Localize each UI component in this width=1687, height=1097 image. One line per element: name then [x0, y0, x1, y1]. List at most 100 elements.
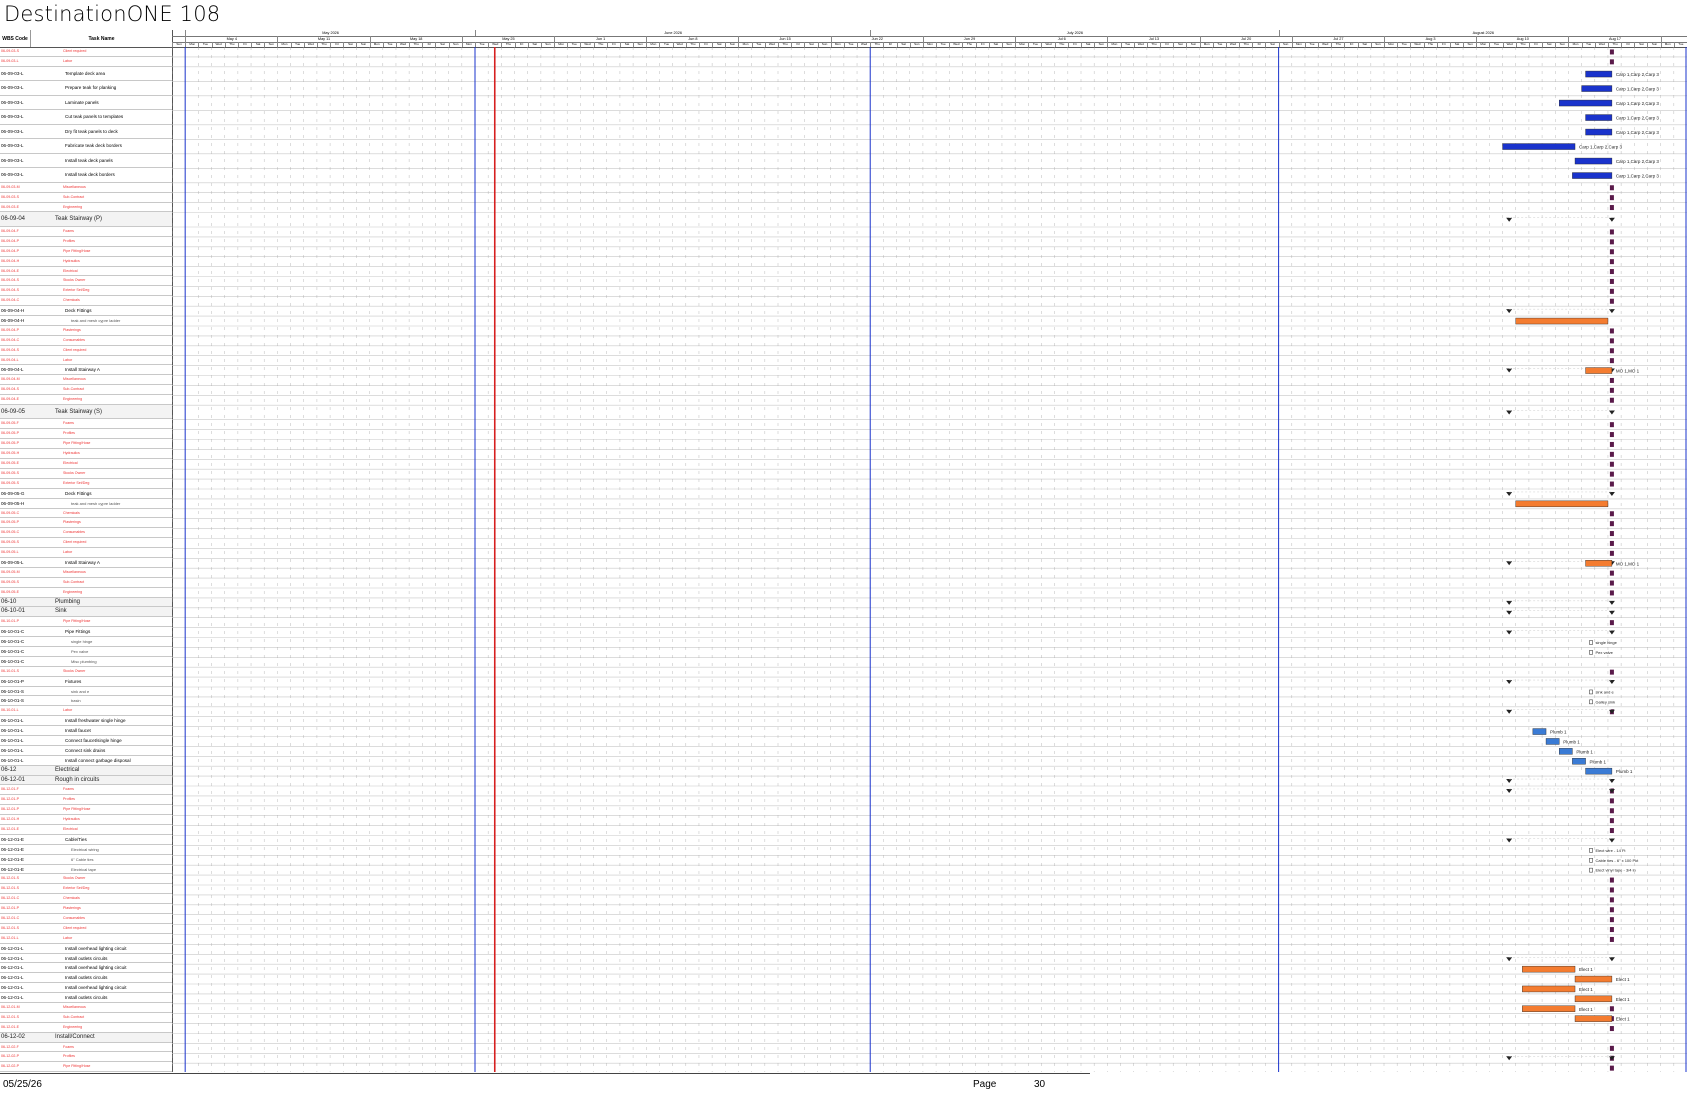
task-row[interactable]: 06-09-05-S Exterior Set/Deg [0, 479, 172, 489]
task-row[interactable]: 06-12-01-M Miscellaneous [0, 1003, 172, 1013]
task-row[interactable]: 06-12-01-H Hydraulics [0, 815, 172, 825]
task-row[interactable]: 06-12-01-L Labor [0, 934, 172, 944]
task-row[interactable]: 06-12-01-S Sub-Contract [0, 1013, 172, 1023]
task-row[interactable]: 06-09-04-S Client required [0, 346, 172, 356]
task-row[interactable]: 06-09-05 Teak Stairway (S) [0, 404, 172, 420]
task-row[interactable]: 06-09-04-L Install Stairway A [0, 365, 172, 376]
task-row[interactable]: 06-12-02-F Foams [0, 1043, 172, 1053]
task-row[interactable]: 06-12-01 Rough in circuits [0, 775, 172, 786]
task-row[interactable]: 06-12-01-L Install outlets circuits [0, 973, 172, 984]
task-row[interactable]: 06-10-01-L Install freshwater single hing… [0, 716, 172, 727]
task-row[interactable]: 06-09-04-P Pipe Fitting/Hose [0, 247, 172, 257]
task-row[interactable]: 06-09-03-L Install teak deck panels [0, 154, 172, 169]
task-row[interactable]: 06-09-05-G Deck Fittings [0, 489, 172, 499]
task-row[interactable]: 06-12-01-L Install outlets circuits [0, 993, 172, 1004]
task-row[interactable]: 06-12-01-E Electrical wiring [0, 845, 172, 855]
task-row[interactable]: 06-09-03-L Template deck area [0, 67, 172, 82]
task-row[interactable]: 06-09-05-P Plasterings [0, 518, 172, 529]
task-row[interactable]: 06-09-03-L Fabricate teak deck borders [0, 139, 172, 154]
task-row[interactable]: 06-09-04-H teak and mesh cypre ladder [0, 316, 172, 326]
task-row[interactable]: 06-12-02-P Pipe Fitting/Hose [0, 1062, 172, 1073]
task-row[interactable]: 06-12-01-L Install overhead lighting circ… [0, 944, 172, 954]
task-row[interactable]: 06-12-01-L Install outlets circuits [0, 954, 172, 964]
task-row[interactable]: 06-12-01-E Engineering [0, 1023, 172, 1033]
task-row[interactable]: 06-09-05-E Engineering [0, 588, 172, 598]
task-row[interactable]: 06-09-03-L Labor [0, 57, 172, 67]
task-row[interactable]: 06-09-05-S Stocks Owner [0, 469, 172, 479]
task-row[interactable]: 06-09-04-S Stocks Owner [0, 276, 172, 287]
task-row[interactable]: 06-10-01-C Pipe Fittings [0, 627, 172, 638]
task-row[interactable]: 06-09-04-C Consumables [0, 336, 172, 346]
task-row[interactable]: 06-10-01-L Install faucet [0, 726, 172, 736]
task-row[interactable]: 06-12-01-E 6" Cable ties [0, 855, 172, 865]
task-row[interactable]: 06-09-03-L Laminate panels [0, 96, 172, 111]
task-row[interactable]: 06-09-03-S Sub-Contract [0, 193, 172, 203]
task-row[interactable]: 06-10-01-C Pex valve [0, 647, 172, 657]
task-row[interactable]: 06-10-01-L Install connect garbage dispos… [0, 756, 172, 766]
task-row[interactable]: 06-10-01-L Connect faucet/single hinge [0, 736, 172, 746]
task-row[interactable]: 06-09-05-H Hydraulics [0, 449, 172, 460]
task-row[interactable]: 06-09-04-F Foams [0, 227, 172, 237]
task-row[interactable]: 06-09-04-E Electrical [0, 267, 172, 277]
task-row[interactable]: 06-09-03-L Install teak deck borders [0, 168, 172, 183]
task-row[interactable]: 06-09-04-P Plasterings [0, 326, 172, 336]
task-row[interactable]: 06-09-04-H Deck Fittings [0, 306, 172, 316]
task-row[interactable]: 06-10-01-S sink and e [0, 687, 172, 697]
task-row[interactable]: 06-09-05-S Client required [0, 538, 172, 549]
task-row[interactable]: 06-09-03-L Dry fit teak panels to deck [0, 125, 172, 140]
task-row[interactable]: 06-09-04-L Labor [0, 356, 172, 366]
task-row[interactable]: 06-12-01-L Install overhead lighting circ… [0, 983, 172, 994]
task-row[interactable]: 06-10-01-C single hinge [0, 637, 172, 647]
task-row[interactable]: 06-12-01-E Electrical [0, 825, 172, 835]
task-row[interactable]: 06-09-04 Teak Stairway (P) [0, 212, 172, 227]
task-row[interactable]: 06-10-01-S basin [0, 696, 172, 707]
task-row[interactable]: 06-09-05-H teak and mesh cypre ladder [0, 499, 172, 509]
task-row[interactable]: 06-12 Electrical [0, 765, 172, 776]
task-row[interactable]: 06-12-01-P Plasterings [0, 904, 172, 915]
task-row[interactable]: 06-12-01-P Pipe Fitting/Hose [0, 805, 172, 816]
task-row[interactable]: 06-10-01-P Pipe Fitting/Hose [0, 617, 172, 628]
task-row[interactable]: 06-09-05-S Sub-Contract [0, 578, 172, 588]
task-row[interactable]: 06-09-04-E Engineering [0, 395, 172, 405]
task-row[interactable]: 06-09-04-S Exterior Set/Deg [0, 286, 172, 297]
task-row[interactable]: 06-10-01-S Stocks Owner [0, 667, 172, 677]
task-row[interactable]: 06-10-01-L Connect sink drains [0, 746, 172, 756]
task-name: Profiles [63, 431, 75, 436]
task-row[interactable]: 06-09-05-L Install Stairway A [0, 558, 172, 568]
task-row[interactable]: 06-10-01-C Misc plumbing [0, 657, 172, 667]
task-row[interactable]: 06-10 Plumbing [0, 597, 172, 608]
task-row[interactable]: 06-09-05-M Miscellaneous [0, 568, 172, 578]
task-row[interactable]: 06-09-03-L Prepare teak for planking [0, 81, 172, 96]
task-row[interactable]: 06-12-01-S Client required [0, 924, 172, 934]
task-row[interactable]: 06-09-03-M Miscellaneous [0, 183, 172, 193]
task-row[interactable]: 06-09-05-C Chemicals [0, 509, 172, 519]
task-row[interactable]: 06-12-01-L Install overhead lighting circ… [0, 963, 172, 974]
task-row[interactable]: 06-09-05-P Profiles [0, 429, 172, 440]
task-row[interactable]: 06-09-05-E Electrical [0, 459, 172, 469]
task-row[interactable]: 06-12-02 Install/Connect [0, 1032, 172, 1043]
task-row[interactable]: 06-09-03-L Cut teak panels to templates [0, 110, 172, 125]
task-row[interactable]: 06-09-04-S Sub-Contract [0, 385, 172, 396]
task-row[interactable]: 06-10-01 Sink [0, 607, 172, 618]
task-row[interactable]: 06-09-03-E Engineering [0, 203, 172, 213]
task-row[interactable]: 06-09-04-M Miscellaneous [0, 375, 172, 386]
task-row[interactable]: 06-12-01-E Cable/Ties [0, 835, 172, 845]
task-row[interactable]: 06-12-01-S Exterior Set/Deg [0, 884, 172, 895]
task-row[interactable]: 06-10-01-P Fixtures [0, 677, 172, 687]
task-row[interactable]: 06-12-01-S Stocks Owner [0, 874, 172, 885]
task-row[interactable]: 06-12-01-P Profiles [0, 795, 172, 806]
task-row[interactable]: 06-09-05-F Foams [0, 419, 172, 430]
task-row[interactable]: 06-09-04-C Chemicals [0, 296, 172, 307]
task-row[interactable]: 06-12-01-C Chemicals [0, 894, 172, 905]
task-row[interactable]: 06-12-01-F Foams [0, 785, 172, 796]
task-row[interactable]: 06-09-04-H Hydraulics [0, 257, 172, 267]
task-row[interactable]: 06-09-05-P Pipe Fitting/Hose [0, 439, 172, 450]
task-row[interactable]: 06-09-05-C Consumables [0, 528, 172, 539]
task-row[interactable]: 06-12-01-E Electrical tape [0, 865, 172, 875]
task-row[interactable]: 06-12-02-P Profiles [0, 1052, 172, 1063]
task-row[interactable]: 06-10-01-L Labor [0, 706, 172, 717]
task-row[interactable]: 06-09-04-P Profiles [0, 237, 172, 247]
task-row[interactable]: 06-09-03-S Client required [0, 47, 172, 57]
task-row[interactable]: 06-12-01-C Consumables [0, 914, 172, 924]
task-row[interactable]: 06-09-05-L Labor [0, 548, 172, 558]
